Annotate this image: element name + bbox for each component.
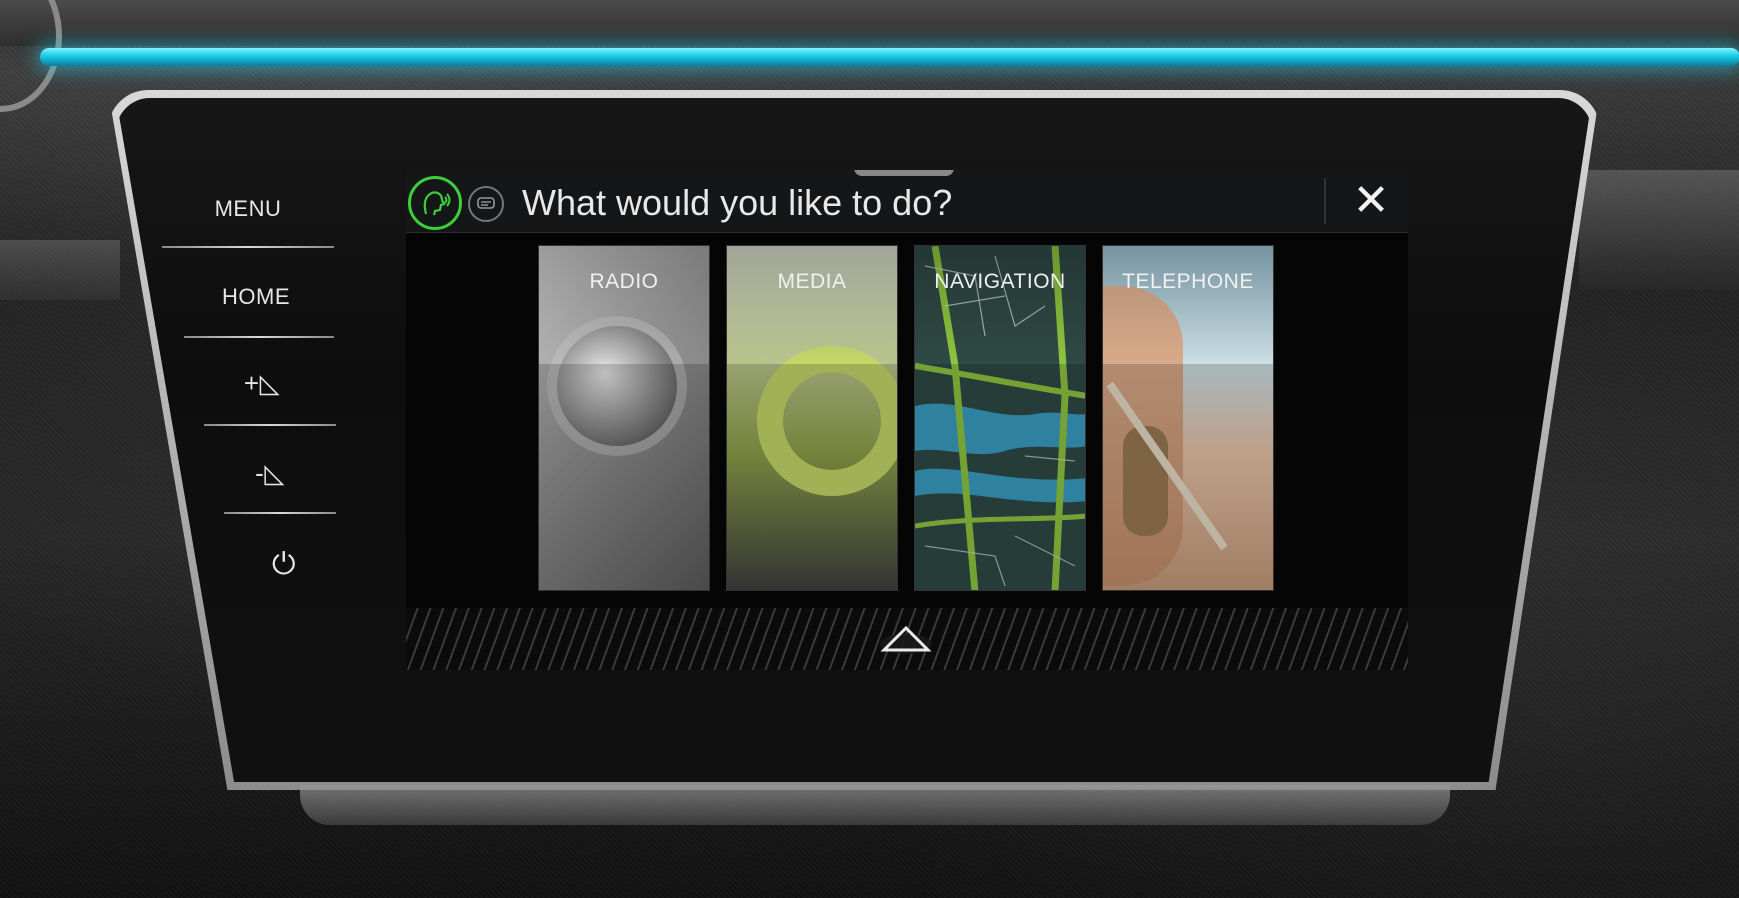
radio-tile[interactable]: RADIO (538, 245, 710, 591)
side-divider (162, 246, 334, 248)
radio-label: RADIO (589, 270, 659, 293)
tile-shade (539, 246, 709, 366)
side-divider (204, 424, 336, 426)
infotainment-screen: What would you like to do? ✕ RADIO MEDIA (406, 170, 1408, 670)
dashboard-top-trim (0, 0, 1739, 46)
speech-bubble-icon (477, 197, 495, 209)
media-tile[interactable]: MEDIA (726, 245, 898, 591)
volume-down-button[interactable]: -◺ (180, 458, 360, 489)
voice-settings-icon[interactable] (468, 186, 504, 222)
power-button[interactable]: ⏻ (194, 548, 374, 582)
expand-up-arrow-icon[interactable] (876, 622, 936, 656)
voice-control-icon[interactable] (408, 176, 462, 230)
voice-prompt: What would you like to do? (522, 182, 953, 223)
screen-footer (406, 608, 1408, 670)
side-divider (184, 336, 334, 338)
side-divider (224, 512, 336, 514)
ambient-light-strip (40, 48, 1739, 66)
tile-dim (727, 364, 897, 590)
navigation-label: NAVIGATION (934, 270, 1066, 293)
telephone-label: TELEPHONE (1122, 270, 1254, 293)
media-label: MEDIA (777, 270, 847, 293)
tile-dim (539, 364, 709, 590)
volume-up-button[interactable]: +◺ (172, 368, 352, 399)
speaking-head-icon (423, 191, 451, 216)
header-divider (1324, 178, 1326, 224)
telephone-tile[interactable]: TELEPHONE (1102, 245, 1274, 591)
tile-shade (915, 246, 1085, 366)
right-trim (1579, 170, 1739, 290)
home-button[interactable]: HOME (166, 284, 346, 310)
tile-dim (915, 364, 1085, 590)
close-button[interactable]: ✕ (1346, 176, 1396, 226)
display-lower-lip (300, 785, 1450, 825)
tile-dim (1103, 364, 1273, 590)
left-trim (0, 240, 120, 300)
navigation-tile[interactable]: NAVIGATION (914, 245, 1086, 591)
voice-dialog-header: What would you like to do? ✕ (406, 170, 1408, 233)
menu-button[interactable]: MENU (158, 196, 338, 222)
tile-shade (1103, 246, 1273, 366)
tile-shade (727, 246, 897, 366)
header-notch (854, 170, 954, 176)
